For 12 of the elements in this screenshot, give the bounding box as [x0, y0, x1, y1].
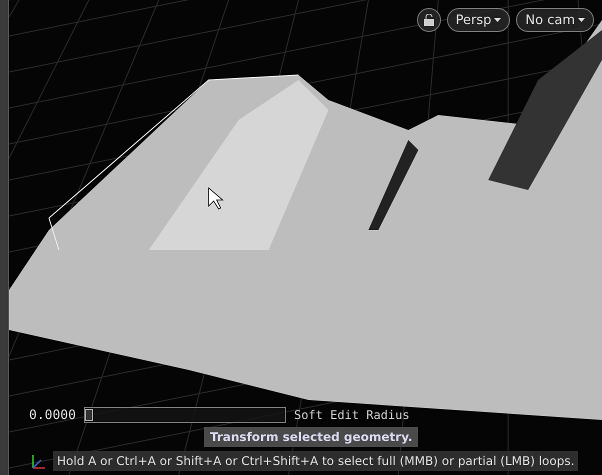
slider-track[interactable] [84, 407, 286, 423]
caret-icon [578, 18, 585, 22]
camera-menu-button[interactable]: No cam [516, 8, 594, 32]
caret-icon [494, 18, 502, 22]
slider-label: Soft Edit Radius [294, 408, 410, 422]
lock-icon[interactable] [416, 8, 441, 32]
hint-text: Hold A or Ctrl+A or Shift+A or Ctrl+Shift+A to select full (MMB) or partial (LMB) loops. [53, 451, 578, 471]
slider-value: 0.0000 [29, 408, 76, 422]
camera-menu-button[interactable]: Persp [446, 8, 510, 32]
tooltip: Transform selected geometry. [204, 427, 418, 447]
cursor-icon [208, 187, 224, 210]
slider-thumb[interactable] [84, 409, 93, 421]
